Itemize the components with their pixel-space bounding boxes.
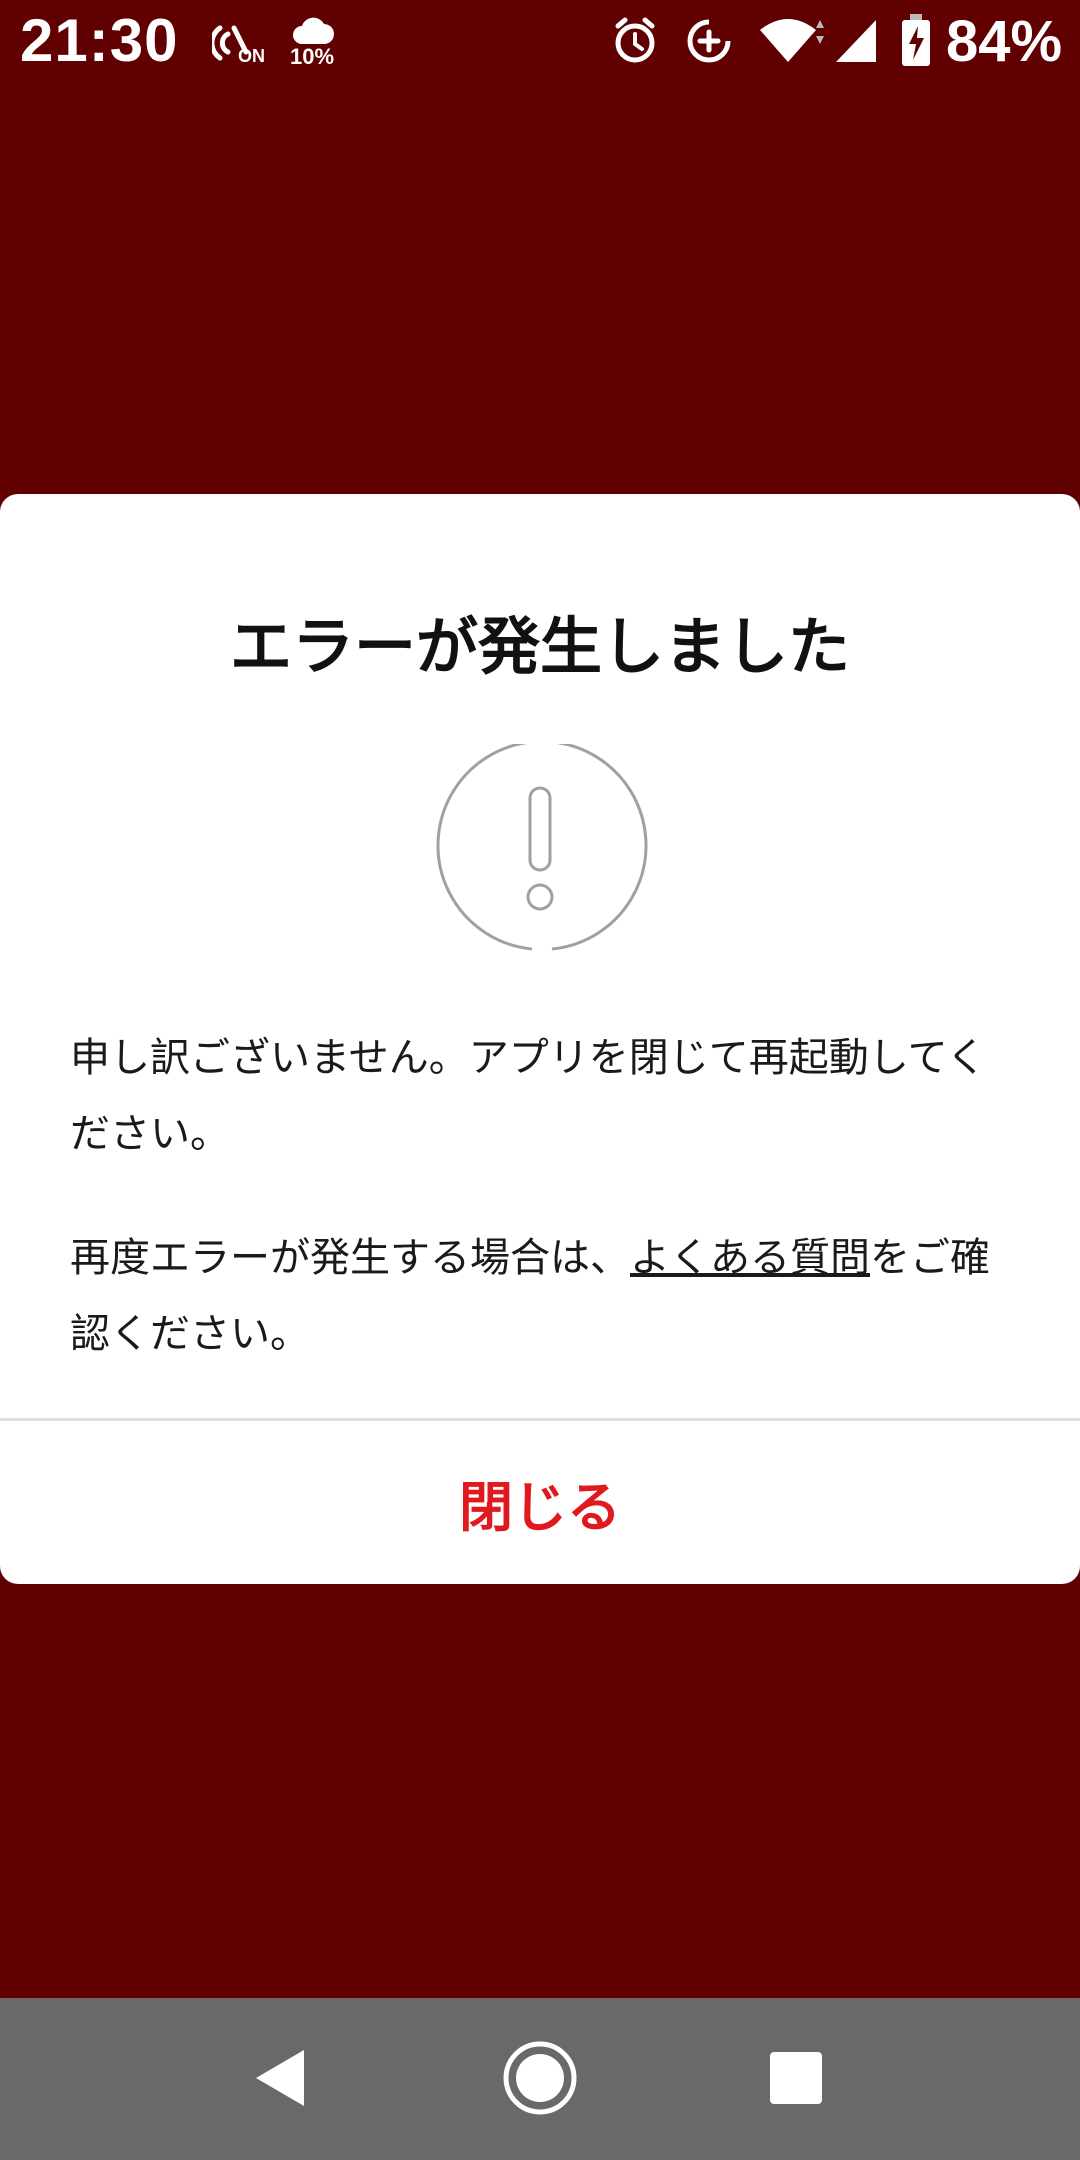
battery-percent: 84%: [946, 9, 1063, 74]
navigation-bar: [0, 1998, 1080, 2160]
alert-circle-icon: [436, 744, 648, 951]
weather-percent: 10%: [290, 44, 335, 69]
recents-icon[interactable]: [768, 2050, 824, 2106]
status-bar: 21:30 ON 10% 84%: [0, 0, 1080, 90]
dialog-title: エラーが発生しました: [229, 610, 850, 683]
battery-charging-icon: [902, 14, 930, 66]
back-icon[interactable]: [252, 2046, 308, 2110]
retry-message-text: 再度エラーが発生する場合は、: [70, 1235, 630, 1281]
weather-cloud-icon: [293, 17, 334, 44]
close-button[interactable]: 閉じる: [0, 1421, 1080, 1584]
status-time: 21:30: [20, 7, 179, 74]
error-message: 申し訳ございません。アプリを閉じて再起動してください。: [70, 1035, 987, 1157]
alarm-icon: [615, 17, 655, 63]
nfc-status-label: ON: [238, 46, 265, 66]
error-dialog: エラーが発生しました 申し訳ございません。アプリを閉じて再起動してください。 再…: [0, 494, 1080, 1584]
faq-link[interactable]: よくある質問: [630, 1235, 870, 1281]
signal-icon: [836, 20, 876, 62]
retry-message: 再度エラーが発生する場合は、よくある質問をご確認ください。: [70, 1220, 1020, 1372]
home-icon[interactable]: [502, 2040, 578, 2116]
data-saver-icon: [687, 19, 731, 63]
wifi-icon: [760, 19, 824, 62]
